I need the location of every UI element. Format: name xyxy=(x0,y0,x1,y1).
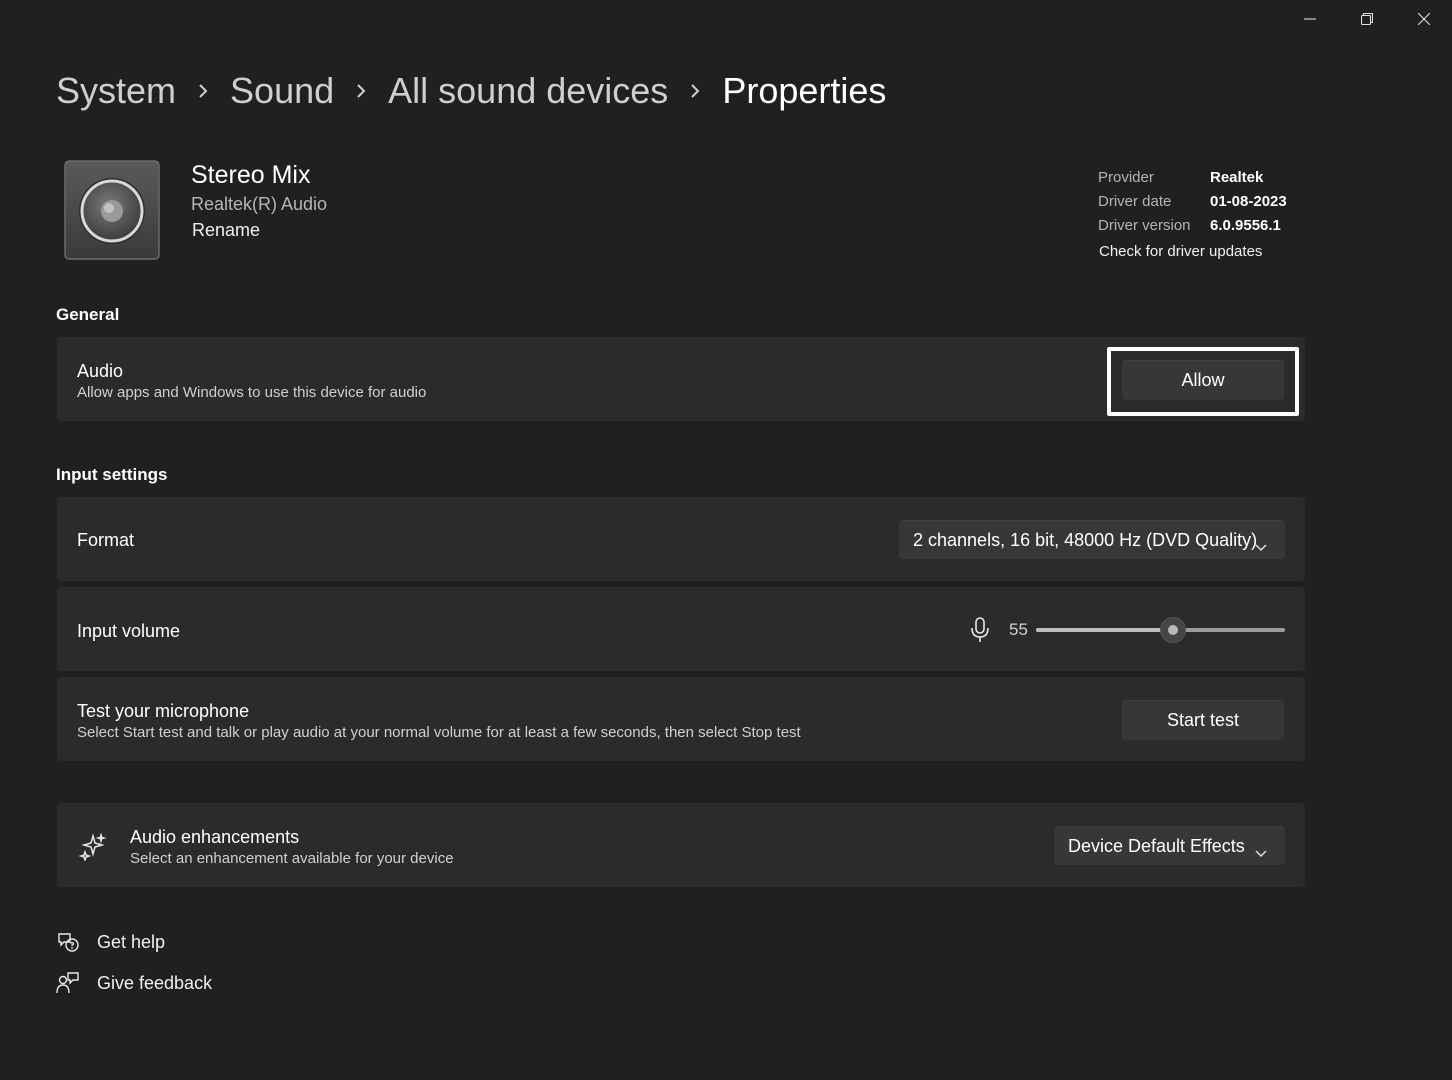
input-volume-value: 55 xyxy=(1009,620,1028,639)
format-dropdown[interactable]: 2 channels, 16 bit, 48000 Hz (DVD Qualit… xyxy=(899,520,1285,559)
audio-description: Allow apps and Windows to use this devic… xyxy=(77,384,427,401)
start-test-button[interactable]: Start test xyxy=(1122,700,1284,740)
audio-title: Audio xyxy=(77,361,124,381)
breadcrumb-properties: Properties xyxy=(722,70,887,111)
microphone-icon[interactable] xyxy=(969,616,991,649)
breadcrumb-all-sound-devices[interactable]: All sound devices xyxy=(388,70,668,112)
chevron-down-icon xyxy=(1255,842,1267,863)
audio-enhancements-description: Select an enhancement available for your… xyxy=(130,850,454,867)
device-subtitle: Realtek(R) Audio xyxy=(191,194,328,214)
audio-enhancements-title: Audio enhancements xyxy=(130,827,300,847)
format-title: Format xyxy=(77,530,135,550)
get-help-link[interactable]: Get help xyxy=(56,930,165,954)
breadcrumb: System Sound All sound devices Propertie… xyxy=(56,70,886,112)
feedback-icon xyxy=(56,971,80,995)
restore-icon xyxy=(1360,13,1373,25)
breadcrumb-sound[interactable]: Sound xyxy=(230,70,334,112)
rename-link[interactable]: Rename xyxy=(192,220,260,241)
test-microphone-title: Test your microphone xyxy=(77,701,250,721)
test-microphone-description: Select Start test and talk or play audio… xyxy=(77,724,801,741)
audio-card: Audio Allow apps and Windows to use this… xyxy=(57,337,1305,421)
format-dropdown-value: 2 channels, 16 bit, 48000 Hz (DVD Qualit… xyxy=(913,529,1258,550)
input-volume-title: Input volume xyxy=(77,621,181,641)
driver-version-value: 6.0.9556.1 xyxy=(1210,216,1281,234)
chevron-right-icon xyxy=(334,83,388,99)
chevron-right-icon xyxy=(668,83,722,99)
get-help-label: Get help xyxy=(97,931,166,952)
window-controls xyxy=(1281,0,1452,38)
give-feedback-link[interactable]: Give feedback xyxy=(56,971,212,995)
driver-version-label: Driver version xyxy=(1098,216,1191,234)
input-volume-slider-thumb[interactable] xyxy=(1160,617,1186,643)
driver-date-label: Driver date xyxy=(1098,192,1172,210)
provider-value: Realtek xyxy=(1210,168,1264,186)
device-name: Stereo Mix xyxy=(191,161,311,189)
breadcrumb-system[interactable]: System xyxy=(56,70,176,112)
audio-enhancements-dropdown-value: Device Default Effects xyxy=(1068,835,1245,856)
restore-button[interactable] xyxy=(1338,0,1395,38)
input-volume-slider-fill xyxy=(1036,628,1173,632)
close-button[interactable] xyxy=(1395,0,1452,38)
allow-button[interactable]: Allow xyxy=(1122,360,1284,400)
minimize-icon xyxy=(1303,18,1316,20)
driver-date-value: 01-08-2023 xyxy=(1210,192,1287,210)
format-card: Format 2 channels, 16 bit, 48000 Hz (DVD… xyxy=(57,497,1305,581)
chevron-down-icon xyxy=(1255,536,1267,557)
driver-info: Provider Realtek Driver date 01-08-2023 … xyxy=(1098,165,1287,263)
check-driver-updates-link[interactable]: Check for driver updates xyxy=(1098,239,1287,263)
give-feedback-label: Give feedback xyxy=(97,972,213,993)
audio-enhancements-card: Audio enhancements Select an enhancement… xyxy=(57,803,1305,887)
input-settings-section-title: Input settings xyxy=(56,465,168,484)
close-icon xyxy=(1417,13,1430,25)
chevron-right-icon xyxy=(176,83,230,99)
audio-enhancements-dropdown[interactable]: Device Default Effects xyxy=(1054,826,1285,865)
speaker-icon xyxy=(64,160,160,260)
input-volume-card: Input volume 55 xyxy=(57,587,1305,671)
general-section-title: General xyxy=(56,305,120,324)
test-microphone-card: Test your microphone Select Start test a… xyxy=(57,677,1305,761)
help-chat-icon xyxy=(56,930,80,954)
sparkle-icon xyxy=(78,832,107,866)
input-volume-slider[interactable] xyxy=(1036,617,1285,643)
provider-label: Provider xyxy=(1098,168,1154,186)
minimize-button[interactable] xyxy=(1281,0,1338,38)
